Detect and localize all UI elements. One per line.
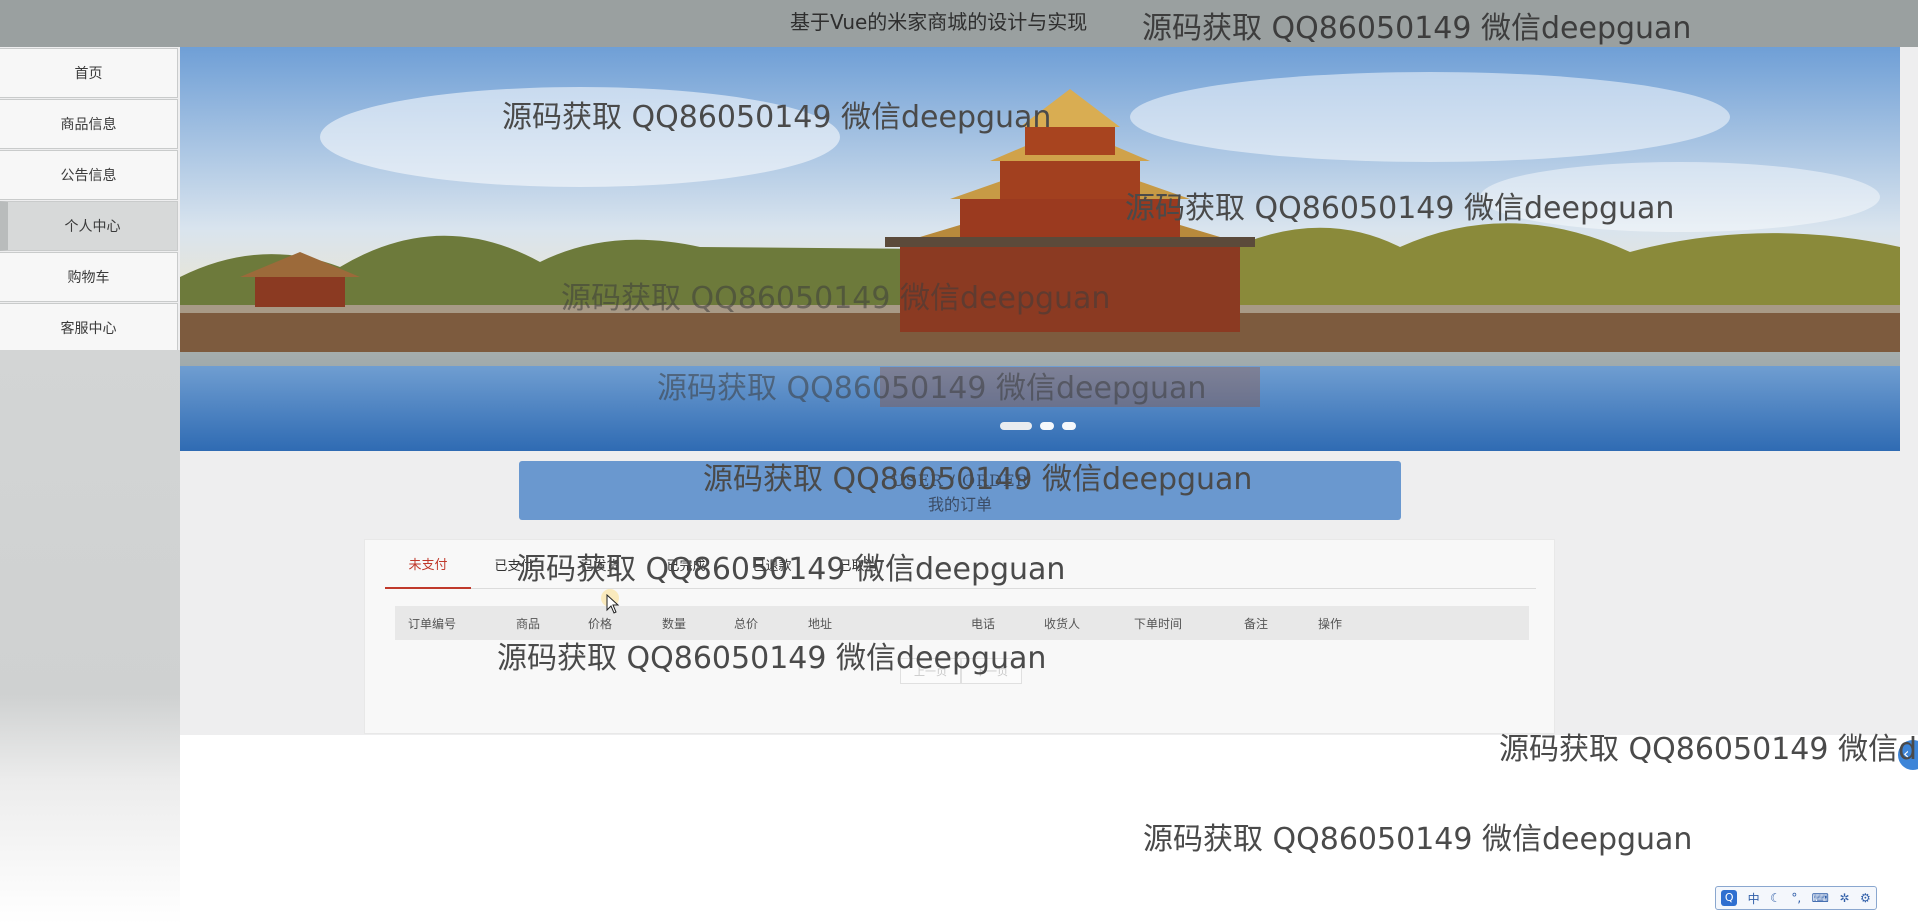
column-header: 价格 [588,617,613,631]
wrench-icon[interactable]: ⚙ [1860,891,1871,905]
tab-shipped[interactable]: 已发货 [557,540,643,589]
banner-image [180,47,1900,451]
carousel-dot[interactable] [1040,422,1054,430]
column-header: 操作 [1318,617,1343,631]
orders-panel: 未支付 已支付 已发货 已完成 已退款 已取消 订单编号 商品 价格 数量 总价… [364,539,1555,734]
page-footer-area [180,735,1918,924]
pagination: 上一页 下一页 [900,658,1022,684]
nav-item-label: 客服中心 [60,321,117,337]
nav-item-label: 公告信息 [60,168,117,184]
column-header: 地址 [808,617,833,631]
tab-refunded[interactable]: 已退款 [729,540,815,589]
skin-icon[interactable]: ✲ [1839,891,1849,905]
order-section-header: USER / ORDER 我的订单 [519,461,1401,520]
column-header: 下单时间 [1134,617,1183,631]
column-header: 收货人 [1044,617,1081,631]
top-bar: 基于Vue的米家商城的设计与实现 源码获取 QQ86050149 微信deepg… [0,0,1918,47]
column-header: 商品 [516,617,541,631]
nav-item-label: 商品信息 [60,117,117,133]
side-nav: 首页 商品信息 公告信息 个人中心 购物车 客服中心 [0,48,178,354]
banner-carousel[interactable] [180,47,1900,451]
site-title: 基于Vue的米家商城的设计与实现 [790,10,1088,34]
nav-item-label: 首页 [74,66,103,82]
nav-item-cart[interactable]: 购物车 [0,252,178,302]
keyboard-icon[interactable]: ⌨ [1812,891,1829,905]
nav-item-customer-service[interactable]: 客服中心 [0,303,178,353]
orders-table-header: 订单编号 商品 价格 数量 总价 地址 电话 收货人 下单时间 备注 操作 [395,606,1529,640]
nav-item-products[interactable]: 商品信息 [0,99,178,149]
ime-toolbar: Q 中 ☾ °, ⌨ ✲ ⚙ [1715,886,1877,910]
page: 基于Vue的米家商城的设计与实现 源码获取 QQ86050149 微信deepg… [0,0,1918,924]
carousel-dot[interactable] [1062,422,1076,430]
carousel-indicators [1000,422,1076,430]
column-header: 数量 [662,617,687,631]
moon-icon[interactable]: ☾ [1770,891,1781,905]
nav-item-personal-center[interactable]: 个人中心 [0,201,178,251]
tab-cancelled[interactable]: 已取消 [815,540,901,589]
nav-item-announcements[interactable]: 公告信息 [0,150,178,200]
tab-completed[interactable]: 已完成 [643,540,729,589]
column-header: 电话 [971,617,996,631]
column-header: 备注 [1244,617,1269,631]
nav-item-home[interactable]: 首页 [0,48,178,98]
tab-paid[interactable]: 已支付 [471,540,557,589]
order-header-zh: 我的订单 [927,495,992,514]
nav-item-label: 购物车 [67,270,110,286]
column-header: 订单编号 [408,617,457,631]
punctuation-icon[interactable]: °, [1791,891,1801,905]
nav-item-label: 个人中心 [64,219,121,235]
ime-language-toggle[interactable]: 中 [1748,890,1760,907]
prev-page-button[interactable]: 上一页 [900,658,961,684]
order-status-tabs: 未支付 已支付 已发货 已完成 已退款 已取消 [385,540,1536,589]
order-header-en: USER / ORDER [891,471,1029,490]
next-page-button[interactable]: 下一页 [961,658,1022,684]
column-header: 总价 [734,617,759,631]
watermark: 源码获取 QQ86050149 微信deepguan [1142,11,1692,46]
sidebar-background [0,350,180,924]
carousel-dot[interactable] [1000,422,1032,430]
ime-logo-icon[interactable]: Q [1721,890,1738,906]
tab-unpaid[interactable]: 未支付 [385,540,471,589]
